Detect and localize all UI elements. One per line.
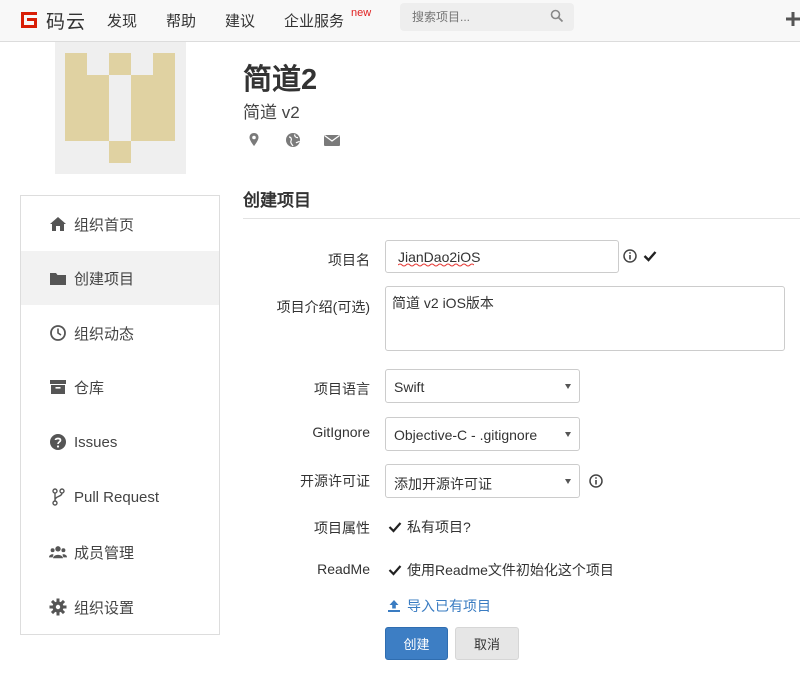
sidebar-item-label: 组织设置 <box>74 599 135 617</box>
import-project-link[interactable]: 导入已有项目 <box>387 596 491 616</box>
spellcheck-underline <box>398 263 474 267</box>
chevron-down-icon <box>565 432 571 437</box>
code-fork-icon <box>49 488 67 506</box>
top-navbar: 码云 发现 帮助 建议 企业服务 new <box>0 0 800 42</box>
gitignore-label: GitIgnore <box>312 424 370 440</box>
search-icon[interactable] <box>550 9 564 23</box>
project-name-label: 项目名 <box>328 252 370 268</box>
nav-suggest[interactable]: 建议 <box>225 10 255 31</box>
search-input[interactable] <box>400 3 540 31</box>
gear-icon <box>49 598 67 616</box>
clock-icon <box>49 324 67 342</box>
visibility-label: 项目属性 <box>314 520 370 536</box>
language-select-value: Swift <box>394 379 425 395</box>
description-label: 项目介绍(可选) <box>276 299 370 315</box>
sidebar-item-label: Issues <box>74 433 118 451</box>
cancel-button[interactable]: 取消 <box>455 627 519 660</box>
gitee-logo <box>21 12 37 28</box>
plus-icon[interactable] <box>786 12 800 26</box>
sidebar-item-label: Pull Request <box>74 488 160 506</box>
nav-discover[interactable]: 发现 <box>107 10 137 31</box>
form-title: 创建项目 <box>243 191 311 210</box>
divider <box>243 218 800 219</box>
private-checkbox[interactable]: 私有项目? <box>388 517 471 537</box>
checkbox-checked-icon[interactable] <box>388 520 402 534</box>
org-subtitle: 简道 v2 <box>243 103 300 122</box>
new-badge: new <box>351 7 372 19</box>
org-avatar <box>55 42 186 174</box>
home-icon <box>49 215 67 233</box>
upload-icon <box>388 600 400 612</box>
nav-help[interactable]: 帮助 <box>166 10 196 31</box>
identicon-image <box>65 53 175 163</box>
archive-icon <box>49 378 67 396</box>
chevron-down-icon <box>565 384 571 389</box>
question-circle-icon <box>49 433 67 451</box>
readme-label: ReadMe <box>317 561 370 577</box>
language-select[interactable]: Swift <box>385 369 580 403</box>
sidebar-item-label: 仓库 <box>74 379 105 397</box>
envelope-icon[interactable] <box>323 131 341 149</box>
private-checkbox-label: 私有项目? <box>407 519 471 535</box>
gitignore-select-value: Objective-C - .gitignore <box>394 427 538 443</box>
readme-checkbox[interactable]: 使用Readme文件初始化这个项目 <box>388 560 614 580</box>
checkbox-checked-icon[interactable] <box>388 563 402 577</box>
sidebar-item-label: 成员管理 <box>74 544 135 562</box>
create-button[interactable]: 创建 <box>385 627 448 660</box>
readme-checkbox-label: 使用Readme文件初始化这个项目 <box>407 562 614 578</box>
folder-icon <box>49 269 67 287</box>
search-box <box>400 3 574 31</box>
map-marker-icon[interactable] <box>245 131 263 149</box>
logo[interactable]: 码云 <box>18 8 87 33</box>
globe-icon[interactable] <box>284 131 302 149</box>
import-project-label: 导入已有项目 <box>407 598 491 614</box>
org-name: 简道2 <box>243 64 318 96</box>
sidebar-item-label: 组织首页 <box>74 216 135 234</box>
license-select-value: 添加开源许可证 <box>394 476 492 492</box>
sidebar-item-label: 创建项目 <box>74 270 135 288</box>
info-icon[interactable] <box>623 249 637 263</box>
info-icon[interactable] <box>589 474 603 488</box>
project-name-input[interactable] <box>385 240 619 273</box>
sidebar-item-home[interactable]: 组织首页 <box>21 197 219 251</box>
sidebar-item-settings[interactable]: 组织设置 <box>21 580 219 634</box>
logo-text: 码云 <box>46 11 87 33</box>
chevron-down-icon <box>565 479 571 484</box>
sidebar-item-label: 组织动态 <box>74 325 135 343</box>
nav-enterprise[interactable]: 企业服务 <box>284 10 344 31</box>
description-textarea[interactable]: 简道 v2 iOS版本 <box>385 286 785 351</box>
check-valid-icon <box>643 251 657 262</box>
license-select[interactable]: 添加开源许可证 <box>385 464 580 498</box>
users-icon <box>49 543 67 561</box>
language-label: 项目语言 <box>314 381 370 397</box>
license-label: 开源许可证 <box>300 473 370 489</box>
gitignore-select[interactable]: Objective-C - .gitignore <box>385 417 580 451</box>
